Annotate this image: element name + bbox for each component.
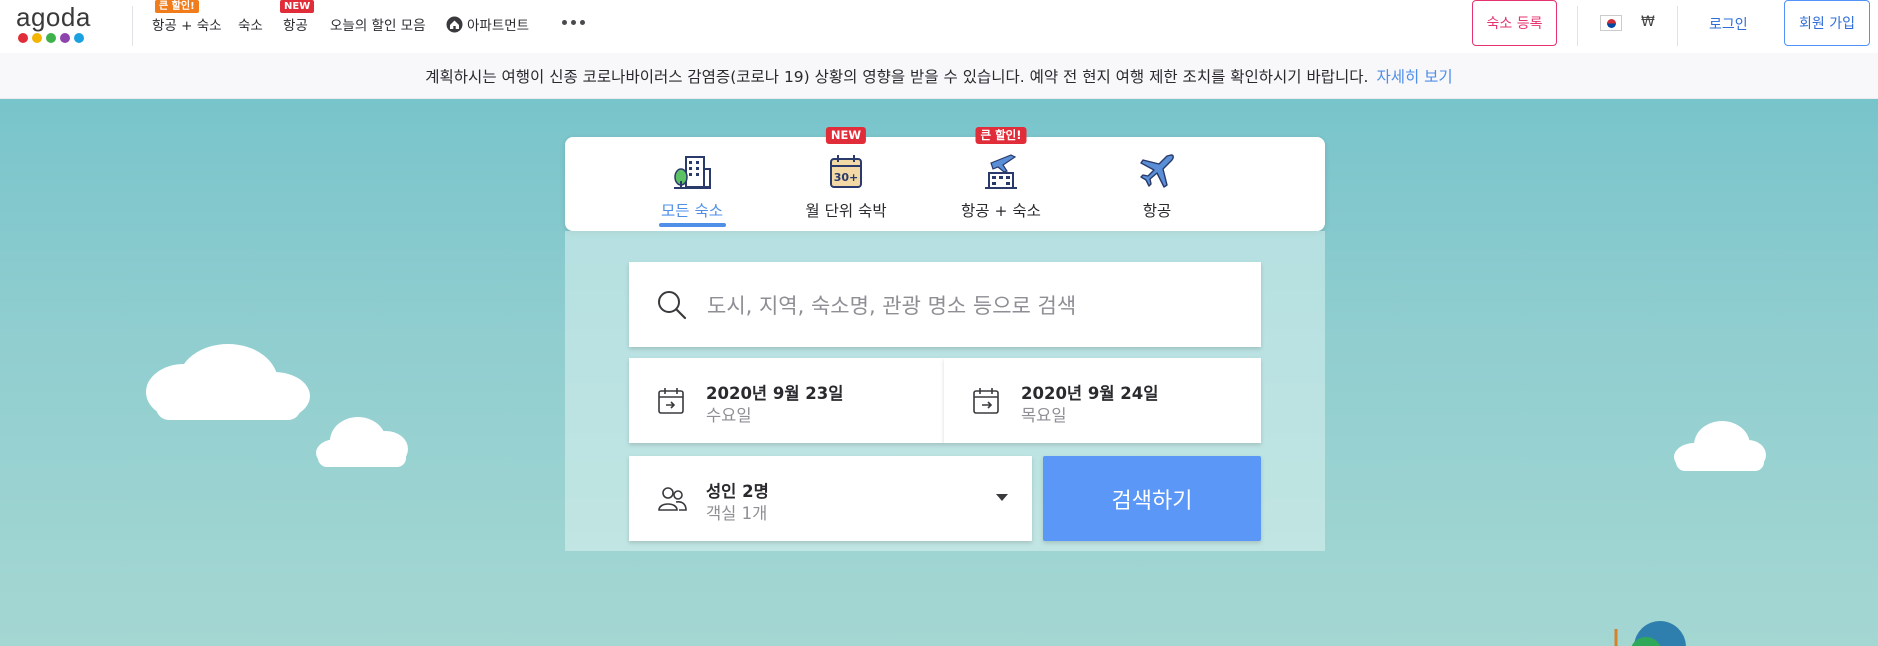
guests-rooms-selector[interactable]: 성인 2명 객실 1개 <box>629 456 1032 541</box>
chevron-down-icon <box>996 494 1008 501</box>
covid-notice-bar: 계획하시는 여행이 신종 코로나바이러스 감염증(코로나 19) 상황의 영향을… <box>0 53 1878 99</box>
tab-label: 모든 숙소 <box>661 202 723 220</box>
tab-monthly-stays[interactable]: NEW 30+ 월 단위 숙박 <box>776 127 916 231</box>
tab-all-stays[interactable]: 모든 숙소 <box>622 137 762 231</box>
guests-count: 성인 2명 <box>706 482 769 501</box>
building-icon <box>674 156 711 189</box>
divider <box>1677 6 1678 46</box>
svg-text:30+: 30+ <box>834 171 859 184</box>
divider <box>132 6 133 46</box>
cloud-decoration <box>316 417 408 467</box>
checkin-date: 2020년 9월 23일 <box>706 384 844 403</box>
nav-item-flights[interactable]: NEW 항공 <box>280 0 315 34</box>
new-badge: NEW <box>825 127 867 144</box>
ellipsis-icon[interactable] <box>562 20 585 25</box>
tab-label: 항공 + 숙소 <box>961 202 1041 220</box>
korea-flag-icon[interactable] <box>1600 15 1622 31</box>
destination-search-input[interactable]: 도시, 지역, 숙소명, 관광 명소 등으로 검색 <box>629 262 1261 347</box>
search-button[interactable]: 검색하기 <box>1043 456 1261 541</box>
plane-hotel-icon <box>985 154 1017 189</box>
list-property-button[interactable]: 숙소 등록 <box>1472 0 1557 46</box>
house-icon <box>446 16 463 32</box>
nav-item-label: 오늘의 할인 모음 <box>330 18 426 34</box>
cloud-decoration <box>1674 421 1766 471</box>
nav-item-apartments[interactable]: 아파트먼트 <box>446 14 529 34</box>
calendar-checkout-icon <box>973 388 999 414</box>
notice-text: 계획하시는 여행이 신종 코로나바이러스 감염증(코로나 19) 상황의 영향을… <box>425 67 1369 86</box>
sale-badge: 큰 할인! <box>155 0 199 13</box>
nav-item-label: 항공 + 숙소 <box>152 18 222 34</box>
checkin-weekday: 수요일 <box>706 406 752 425</box>
nav-item-label: 숙소 <box>238 18 263 34</box>
calendar-checkin-icon <box>658 388 684 414</box>
sale-badge: 큰 할인! <box>975 127 1027 144</box>
tab-flights[interactable]: 항공 <box>1087 137 1227 231</box>
nav-item-deals[interactable]: 오늘의 할인 모음 <box>330 14 426 34</box>
logo-dots <box>18 33 96 43</box>
checkout-date: 2020년 9월 24일 <box>1021 384 1159 403</box>
nav-item-hotels[interactable]: 숙소 <box>238 14 263 34</box>
active-tab-indicator <box>659 223 726 227</box>
agoda-logo[interactable]: agoda <box>16 4 96 48</box>
notice-more-link[interactable]: 자세히 보기 <box>1376 65 1452 87</box>
new-badge: NEW <box>280 0 315 13</box>
nav-item-label: 항공 <box>283 18 308 34</box>
calendar-30-icon: 30+ <box>830 155 862 188</box>
search-type-tabs: 모든 숙소 NEW 30+ 월 단위 숙박 큰 할인! 항공 + 숙소 항공 <box>565 127 1325 231</box>
logo-wordmark: agoda <box>16 2 91 32</box>
guests-icon <box>658 487 687 511</box>
tab-flight-hotel[interactable]: 큰 할인! 항공 + 숙소 <box>931 127 1071 231</box>
cloud-decoration <box>146 344 310 420</box>
tab-label: 월 단위 숙박 <box>805 202 887 220</box>
checkout-date-field[interactable]: 2020년 9월 24일 목요일 <box>944 358 1261 443</box>
checkout-weekday: 목요일 <box>1021 406 1067 425</box>
rooms-count: 객실 1개 <box>706 504 768 523</box>
plane-icon <box>1140 154 1174 188</box>
signup-button[interactable]: 회원 가입 <box>1784 0 1870 46</box>
login-button[interactable]: 로그인 <box>1709 14 1748 34</box>
search-icon <box>658 291 687 320</box>
nav-item-flight-hotel[interactable]: 큰 할인! 항공 + 숙소 <box>152 0 222 34</box>
nav-item-label: 아파트먼트 <box>467 18 530 34</box>
top-navigation: agoda 큰 할인! 항공 + 숙소 숙소 NEW 항공 오늘의 할인 모음 … <box>0 0 1878 53</box>
search-placeholder: 도시, 지역, 숙소명, 관광 명소 등으로 검색 <box>707 294 1077 318</box>
divider <box>1577 6 1578 46</box>
tree-decoration <box>1614 621 1686 646</box>
checkin-date-field[interactable]: 2020년 9월 23일 수요일 <box>629 358 944 443</box>
tab-label: 항공 <box>1142 202 1172 220</box>
currency-selector[interactable]: ₩ <box>1641 14 1655 30</box>
